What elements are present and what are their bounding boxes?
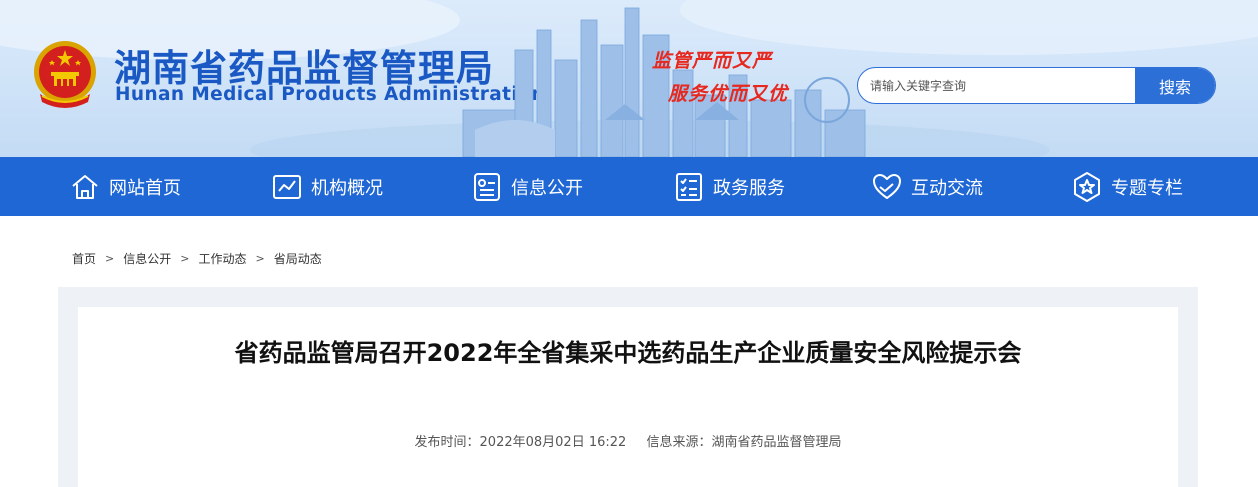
search-input[interactable] [858,68,1136,103]
slogan-line-2: 服务优而又优 [668,83,789,105]
heart-hands-icon [873,173,901,199]
nav-item-interaction[interactable]: 互动交流 [871,157,983,216]
breadcrumb-separator: > [255,252,265,265]
breadcrumb-separator: > [180,252,190,265]
nav-item-label: 政务服务 [713,177,785,199]
breadcrumb-separator: > [105,252,115,265]
breadcrumb-info[interactable]: 信息公开 [123,250,171,267]
nav-item-label: 机构概况 [311,177,383,199]
nav-item-topics[interactable]: 专题专栏 [1071,157,1183,216]
nav-item-label: 专题专栏 [1111,177,1183,199]
home-icon [72,174,98,199]
nav-item-about[interactable]: 机构概况 [271,157,383,216]
publish-time: 发布时间：2022年08月02日 16:22 [414,435,627,450]
chart-icon [273,174,301,199]
nav-item-services[interactable]: 政务服务 [673,157,785,216]
checklist-icon [676,172,702,201]
info-source: 信息来源：湖南省药品监督管理局 [646,435,842,450]
slogan-line-1: 监管严而又严 [652,50,773,72]
nav-item-label: 网站首页 [109,177,181,199]
article-title: 省药品监管局召开2022年全省集采中选药品生产企业质量安全风险提示会 [234,339,1022,367]
nav-item-info[interactable]: 信息公开 [471,157,583,216]
nav-item-label: 互动交流 [911,177,983,199]
search-button[interactable]: 搜索 [1135,68,1215,103]
breadcrumb: 首页 > 信息公开 > 工作动态 > 省局动态 [72,250,322,267]
nav-item-label: 信息公开 [511,177,583,199]
breadcrumb-bureau-news[interactable]: 省局动态 [274,250,322,267]
star-badge-icon [1074,171,1100,202]
national-emblem-icon [34,41,96,108]
site-header: 湖南省药品监督管理局 Hunan Medical Products Admini… [0,0,1258,157]
info-card-icon [474,172,500,201]
article-meta: 发布时间：2022年08月02日 16:22 信息来源：湖南省药品监督管理局 [78,431,1178,450]
nav-item-home[interactable]: 网站首页 [69,157,181,216]
breadcrumb-home[interactable]: 首页 [72,250,96,267]
breadcrumb-work-news[interactable]: 工作动态 [198,250,246,267]
main-nav: 网站首页 机构概况 信息公开 政务服务 互动交流 专题专栏 [0,157,1258,216]
search-box: 搜索 [857,67,1216,104]
